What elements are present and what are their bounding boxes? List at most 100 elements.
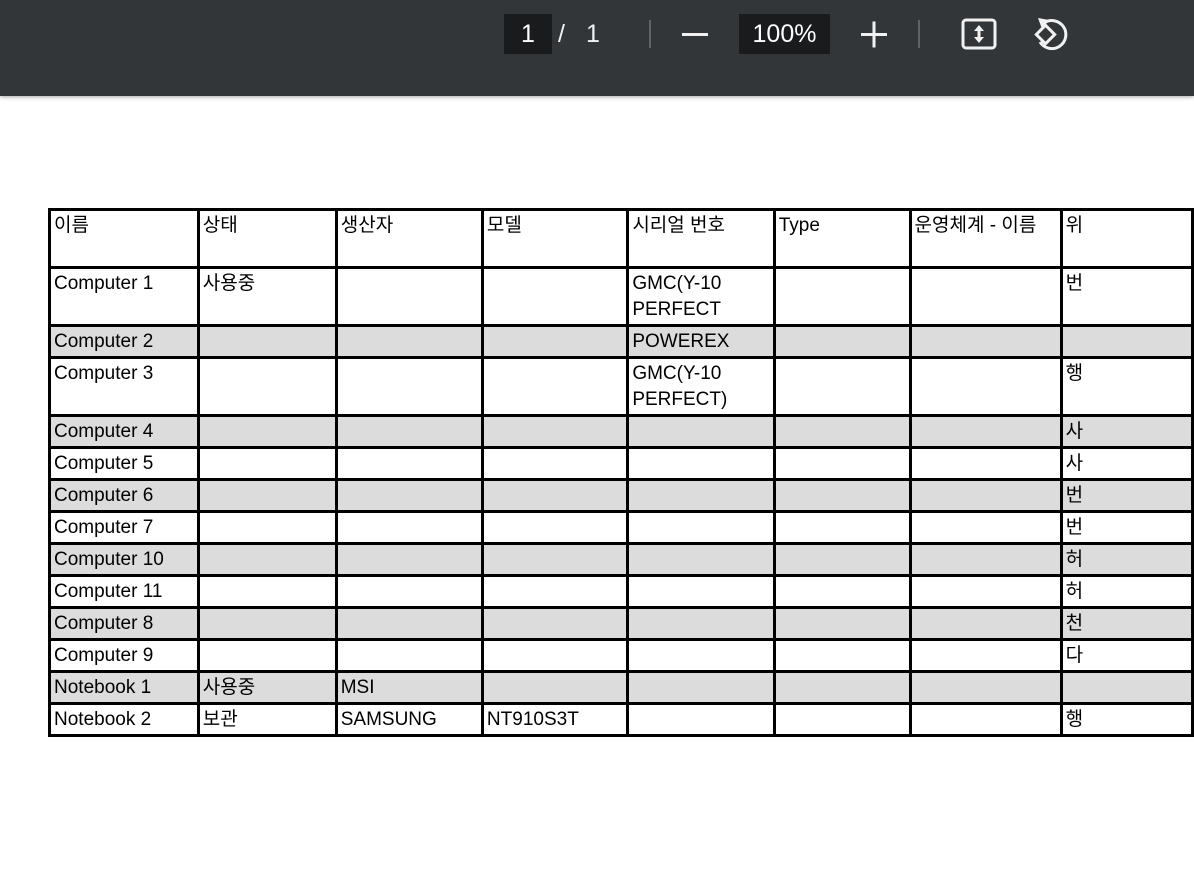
column-header: 생산자 — [334, 208, 484, 269]
table-cell: Computer 6 — [48, 478, 200, 513]
table-row: Computer 5 사 — [48, 446, 1194, 481]
cell-text: Computer 1 — [54, 273, 154, 294]
cell-text: GMC(Y-10 — [632, 363, 722, 384]
table-cell — [772, 702, 912, 737]
column-header: 이름 — [48, 208, 200, 269]
table-row: Notebook 1 사용중 MSI — [48, 670, 1194, 705]
table-cell: 다 — [1059, 638, 1194, 673]
table-cell — [908, 638, 1063, 673]
table-cell — [908, 542, 1063, 577]
table-cell — [772, 542, 912, 577]
table-cell — [196, 446, 338, 481]
column-header: 위 — [1059, 208, 1194, 269]
cell-text: MSI — [340, 677, 375, 698]
page-number-input[interactable]: 1 — [504, 14, 552, 54]
table-cell — [196, 324, 338, 359]
table-cell — [480, 606, 630, 641]
minus-icon — [682, 33, 708, 36]
table-cell: GMC(Y-10 PERFECT — [626, 266, 776, 327]
table-cell: Computer 9 — [48, 638, 200, 673]
cell-text: PERFECT — [632, 299, 721, 320]
table-cell — [480, 670, 630, 705]
table-cell: Computer 5 — [48, 446, 200, 481]
zoom-level-input[interactable]: 100% — [739, 14, 830, 54]
table-cell — [196, 356, 338, 417]
table-cell — [772, 478, 912, 513]
table-cell — [772, 670, 912, 705]
table-cell — [334, 510, 484, 545]
table-cell: Computer 3 — [48, 356, 200, 417]
table-cell: Computer 2 — [48, 324, 200, 359]
column-header: 모델 — [480, 208, 630, 269]
table-cell — [480, 414, 630, 449]
cell-text: 행 — [1065, 363, 1084, 384]
table-cell — [772, 638, 912, 673]
table-cell — [196, 574, 338, 609]
cell-text: 행 — [1065, 709, 1084, 730]
table-cell — [334, 478, 484, 513]
table-cell — [480, 446, 630, 481]
table-cell: GMC(Y-10 PERFECT) — [626, 356, 776, 417]
table-cell — [480, 324, 630, 359]
table-cell: 천 — [1059, 606, 1194, 641]
table-cell: 행 — [1059, 356, 1194, 417]
cell-text: Computer 8 — [54, 613, 154, 634]
table-cell — [334, 324, 484, 359]
cell-text: 사용중 — [202, 677, 256, 698]
table-cell — [626, 702, 776, 737]
rotate-counterclockwise-icon — [1034, 18, 1068, 51]
cell-text: NT910S3T — [486, 709, 579, 730]
table-cell: Computer 10 — [48, 542, 200, 577]
table-cell — [626, 510, 776, 545]
table-cell — [1059, 324, 1194, 359]
cell-text: POWEREX — [632, 331, 730, 352]
pdf-toolbar: 1 / 1 100% — [0, 0, 1194, 96]
cell-text: 다 — [1065, 645, 1084, 666]
cell-text: 사 — [1065, 453, 1084, 474]
fit-to-page-icon — [961, 18, 997, 50]
table-cell — [772, 446, 912, 481]
table-cell: 허 — [1059, 574, 1194, 609]
table-cell — [626, 414, 776, 449]
cell-text: 허 — [1065, 581, 1084, 602]
table-cell — [334, 414, 484, 449]
table-cell — [196, 542, 338, 577]
cell-text: Computer 4 — [54, 421, 154, 442]
table-cell: Computer 11 — [48, 574, 200, 609]
column-header: 상태 — [196, 208, 338, 269]
cell-text: Notebook 2 — [54, 709, 152, 730]
table-row: Computer 3 GMC(Y-10 PERFECT) 행 — [48, 356, 1194, 417]
cell-text: Computer 7 — [54, 517, 154, 538]
table-body: Computer 1 사용중 GMC(Y-10 PERFECT 번 Computer 2 P… — [48, 266, 1194, 737]
table-cell: MSI — [334, 670, 484, 705]
table-cell: SAMSUNG — [334, 702, 484, 737]
table-cell: 사용중 — [196, 670, 338, 705]
pdf-page: 이름 상태 생산자 모델 시리얼 번호 Type 운영체계 - 이름 위 Computer 1… — [0, 96, 1194, 872]
table-cell — [480, 638, 630, 673]
table-cell — [626, 446, 776, 481]
plus-icon — [861, 21, 887, 48]
table-cell — [334, 446, 484, 481]
table-cell — [196, 638, 338, 673]
table-cell — [480, 510, 630, 545]
table-cell — [772, 510, 912, 545]
cell-text: 허 — [1065, 549, 1084, 570]
table-cell: 번 — [1059, 266, 1194, 327]
table-row: Computer 8 천 — [48, 606, 1194, 641]
fit-to-page-button[interactable] — [958, 15, 1000, 55]
table-row: Computer 6 번 — [48, 478, 1194, 513]
table-cell: 허 — [1059, 542, 1194, 577]
rotate-button[interactable] — [1030, 14, 1074, 56]
zoom-out-button[interactable] — [676, 16, 714, 52]
table-cell: 번 — [1059, 510, 1194, 545]
table-cell: NT910S3T — [480, 702, 630, 737]
table-cell — [196, 414, 338, 449]
cell-text: 천 — [1065, 613, 1084, 634]
table-cell — [334, 574, 484, 609]
zoom-in-button[interactable] — [855, 15, 893, 53]
table-cell — [772, 266, 912, 327]
table-cell — [908, 606, 1063, 641]
table-row: Computer 10 허 — [48, 542, 1194, 577]
cell-text: 번 — [1065, 517, 1084, 538]
table-cell — [772, 324, 912, 359]
